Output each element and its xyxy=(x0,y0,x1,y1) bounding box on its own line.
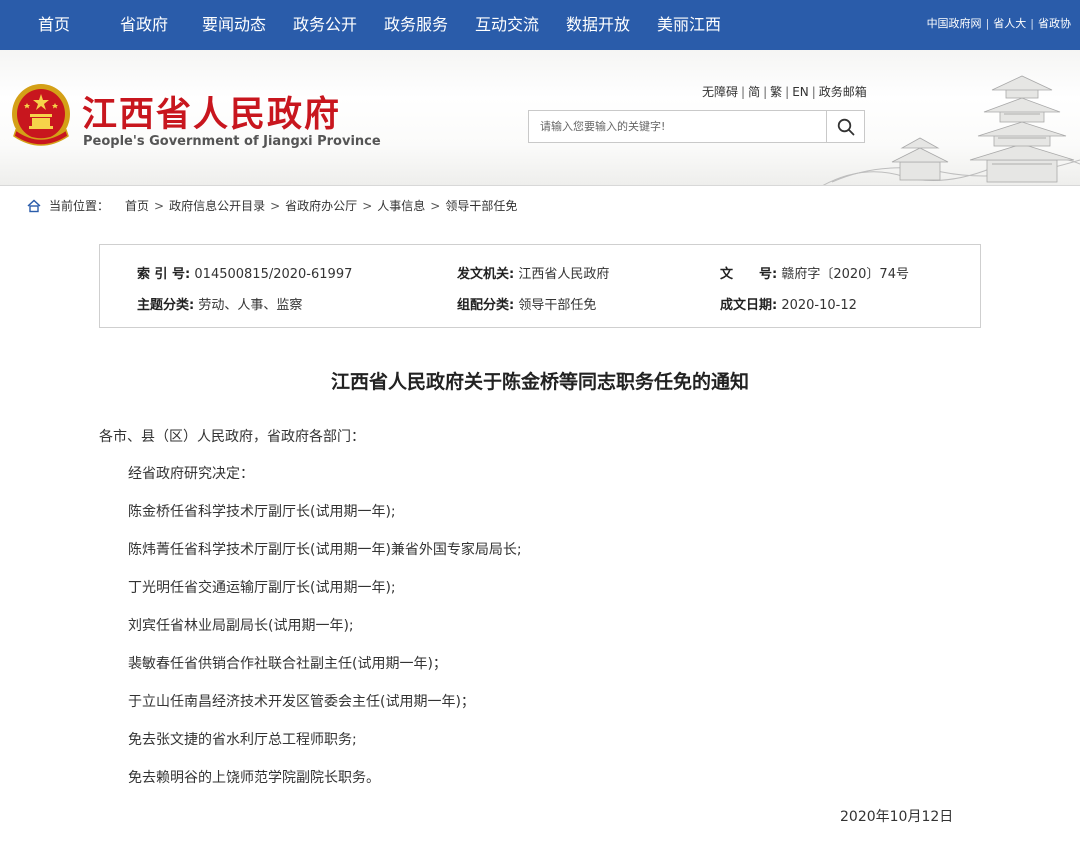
breadcrumb-label: 当前位置： xyxy=(49,199,110,213)
info-category-value: 领导干部任免 xyxy=(518,298,597,313)
article-date: 2020年10月12日 xyxy=(840,809,954,825)
nav-item-home[interactable]: 首页 xyxy=(38,0,70,50)
link-english[interactable]: EN xyxy=(792,85,809,99)
breadcrumb-general-office[interactable]: 省政府办公厅 xyxy=(285,197,357,214)
info-category-label: 组配分类: xyxy=(457,298,515,313)
info-topic-value: 劳动、人事、监察 xyxy=(198,298,303,313)
national-emblem-icon xyxy=(12,84,70,146)
breadcrumb-personnel-info[interactable]: 人事信息 xyxy=(377,197,425,214)
nav-item-gov-services[interactable]: 政务服务 xyxy=(384,0,448,50)
link-provincial-cppcc[interactable]: 省政协 xyxy=(1038,17,1071,30)
article-paragraph: 刘宾任省林业局副局长(试用期一年); xyxy=(128,618,354,634)
info-topic: 主题分类: 劳动、人事、监察 xyxy=(137,294,302,313)
article-paragraph: 于立山任南昌经济技术开发区管委会主任(试用期一年)； xyxy=(128,694,475,710)
pavilion-illustration xyxy=(822,75,1080,186)
info-date: 成文日期: 2020-10-12 xyxy=(720,294,857,313)
info-index-label: 索 引 号: xyxy=(137,267,191,282)
document-info-box: 索 引 号: 014500815/2020-61997 发文机关: 江西省人民政… xyxy=(99,244,981,328)
link-traditional[interactable]: 繁 xyxy=(770,85,782,99)
nav-item-news[interactable]: 要闻动态 xyxy=(202,0,266,50)
top-nav-bar: 首页 省政府 要闻动态 政务公开 政务服务 互动交流 数据开放 美丽江西 中国政… xyxy=(0,0,1080,50)
info-issuer-value: 江西省人民政府 xyxy=(518,267,610,282)
site-title: 江西省人民政府 xyxy=(82,94,342,135)
info-category: 组配分类: 领导干部任免 xyxy=(457,294,596,313)
site-subtitle: People's Government of Jiangxi Province xyxy=(83,134,381,149)
breadcrumb-separator-icon: > xyxy=(154,198,165,213)
link-provincial-congress[interactable]: 省人大 xyxy=(993,17,1026,30)
article-paragraph: 裴敏春任省供销合作社联合社副主任(试用期一年)； xyxy=(128,656,447,672)
breadcrumb-separator-icon: > xyxy=(270,198,281,213)
article-title: 江西省人民政府关于陈金桥等同志职务任免的通知 xyxy=(330,371,749,393)
nav-item-open-data[interactable]: 数据开放 xyxy=(566,0,630,50)
breadcrumb-info-disclosure[interactable]: 政府信息公开目录 xyxy=(169,197,265,214)
breadcrumb: 当前位置： 首页 > 政府信息公开目录 > 省政府办公厅 > 人事信息 > 领导… xyxy=(27,197,517,214)
nav-item-gov-affairs-open[interactable]: 政务公开 xyxy=(293,0,357,50)
info-date-label: 成文日期: xyxy=(720,298,778,313)
link-china-gov[interactable]: 中国政府网 xyxy=(927,17,982,30)
search-input[interactable] xyxy=(529,111,826,142)
info-doc-number-value: 赣府字〔2020〕74号 xyxy=(781,267,909,282)
article-paragraph: 免去赖明谷的上饶师范学院副院长职务。 xyxy=(128,770,380,786)
article-paragraph: 丁光明任省交通运输厅副厅长(试用期一年); xyxy=(128,580,396,596)
nav-item-provincial-gov[interactable]: 省政府 xyxy=(120,0,168,50)
info-topic-label: 主题分类: xyxy=(137,298,195,313)
info-index-number: 索 引 号: 014500815/2020-61997 xyxy=(137,263,352,282)
info-doc-number: 文 号: 赣府字〔2020〕74号 xyxy=(720,263,909,282)
article-paragraph: 陈炜菁任省科学技术厅副厅长(试用期一年)兼省外国专家局局长; xyxy=(128,542,522,558)
info-doc-number-label: 文 号: xyxy=(720,267,778,282)
nav-item-beautiful-jiangxi[interactable]: 美丽江西 xyxy=(657,0,721,50)
info-issuer: 发文机关: 江西省人民政府 xyxy=(457,263,609,282)
breadcrumb-home[interactable]: 首页 xyxy=(125,197,149,214)
nav-item-interaction[interactable]: 互动交流 xyxy=(475,0,539,50)
info-issuer-label: 发文机关: xyxy=(457,267,515,282)
article-paragraph: 陈金桥任省科学技术厅副厅长(试用期一年); xyxy=(128,504,396,520)
search-box xyxy=(528,110,865,143)
link-accessibility[interactable]: 无障碍 xyxy=(702,85,738,99)
external-links: 中国政府网 | 省人大 | 省政协 xyxy=(926,17,1071,30)
breadcrumb-appointments[interactable]: 领导干部任免 xyxy=(445,197,517,214)
link-simplified[interactable]: 简 xyxy=(748,85,760,99)
breadcrumb-separator-icon: > xyxy=(362,198,373,213)
site-header: 江西省人民政府 People's Government of Jiangxi P… xyxy=(0,50,1080,186)
home-icon xyxy=(27,198,41,212)
breadcrumb-separator-icon: > xyxy=(430,198,441,213)
article-paragraph: 免去张文捷的省水利厅总工程师职务; xyxy=(128,732,357,748)
header-divider xyxy=(0,185,1080,186)
info-date-value: 2020-10-12 xyxy=(781,298,857,313)
article-paragraph: 经省政府研究决定： xyxy=(128,466,254,482)
article-salutation: 各市、县（区）人民政府，省政府各部门： xyxy=(99,429,365,445)
info-index-value: 014500815/2020-61997 xyxy=(194,267,353,282)
